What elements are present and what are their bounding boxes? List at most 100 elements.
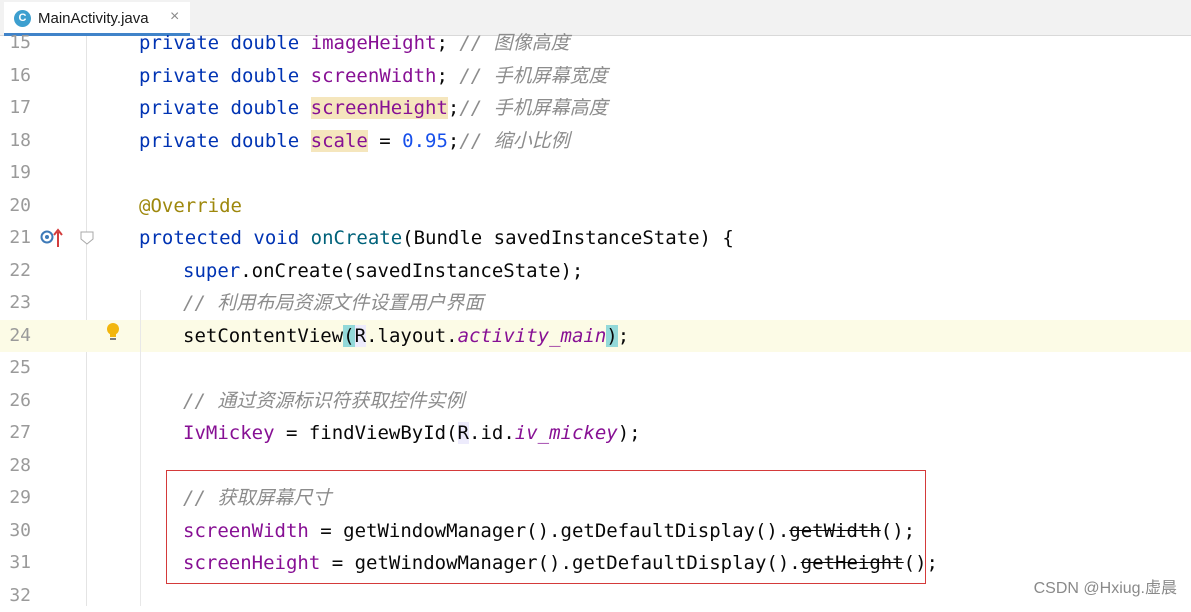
code-text: setContentView(R.layout.activity_main); [183, 320, 629, 352]
intention-bulb-icon[interactable] [105, 322, 121, 344]
code-token: // 图像高度 [459, 32, 570, 54]
code-token: // 缩小比例 [459, 130, 570, 152]
code-token: double [230, 97, 300, 119]
line-number: 32 [9, 585, 31, 606]
code-text: private double imageHeight; // 图像高度 [139, 27, 570, 59]
code-token: .id. [469, 422, 515, 444]
code-token: ; [436, 32, 460, 54]
code-text: IvMickey = findViewById(R.id.iv_mickey); [183, 417, 641, 449]
code-token: private [139, 32, 220, 54]
code-text: // 利用布局资源文件设置用户界面 [183, 287, 483, 319]
code-token: ); [617, 422, 641, 444]
code-text: super.onCreate(savedInstanceState); [183, 255, 583, 287]
code-line: 21 protected void onCreate(Bundle savedIn… [0, 222, 1191, 254]
code-token: ; [436, 65, 460, 87]
code-token: private [139, 130, 220, 152]
code-line: 19 [0, 157, 1191, 189]
watermark: CSDN @Hxiug.虚晨 [1033, 580, 1177, 597]
fold-icon[interactable] [80, 231, 94, 245]
line-number: 18 [9, 130, 31, 151]
code-token: ( [343, 325, 355, 347]
code-token: protected [139, 227, 242, 249]
code-line: 23 // 利用布局资源文件设置用户界面 [0, 287, 1191, 319]
code-token: (Bundle savedInstanceState) { [402, 227, 734, 249]
code-token: .layout. [366, 325, 458, 347]
code-token: double [230, 32, 300, 54]
code-token: double [230, 130, 300, 152]
code-line: 32 [0, 580, 1191, 612]
line-number: 17 [9, 97, 31, 118]
code-token: ; [617, 325, 630, 347]
code-token: 0.95 [402, 130, 448, 152]
code-token: // 通过资源标识符获取控件实例 [183, 390, 465, 412]
line-number: 16 [9, 65, 31, 86]
code-line: 26 // 通过资源标识符获取控件实例 [0, 385, 1191, 417]
line-number: 28 [9, 455, 31, 476]
code-token: imageHeight [310, 32, 437, 54]
line-number: 26 [9, 390, 31, 411]
code-token: private [139, 65, 220, 87]
code-line: 24 setContentView(R.layout.activity_main)… [0, 320, 1191, 352]
code-text: private double screenWidth; // 手机屏幕宽度 [139, 60, 608, 92]
code-token: R [354, 325, 367, 347]
code-line: 20 @Override [0, 190, 1191, 222]
line-number: 29 [9, 487, 31, 508]
code-token: super [183, 260, 241, 282]
code-token: iv_mickey [514, 422, 618, 444]
code-token: screenHeight [310, 97, 448, 119]
code-text: // 通过资源标识符获取控件实例 [183, 385, 464, 417]
line-number: 24 [9, 325, 31, 346]
code-token: ; [447, 130, 460, 152]
code-token: onCreate [310, 227, 403, 249]
code-token: .onCreate(savedInstanceState); [240, 260, 584, 282]
go-to-super-arrow-icon[interactable] [53, 228, 63, 248]
code-token: // 利用布局资源文件设置用户界面 [183, 292, 484, 314]
line-number: 22 [9, 260, 31, 281]
code-text: private double screenHeight;// 手机屏幕高度 [139, 92, 608, 124]
code-line: 17 private double screenHeight;// 手机屏幕高度 [0, 92, 1191, 124]
code-token: private [139, 97, 220, 119]
code-token: double [230, 65, 300, 87]
line-number: 27 [9, 422, 31, 443]
java-class-icon: C [14, 10, 31, 27]
close-icon[interactable]: × [170, 8, 179, 26]
highlight-box [166, 470, 926, 584]
code-token: ; [447, 97, 460, 119]
code-line: 16 private double screenWidth; // 手机屏幕宽度 [0, 60, 1191, 92]
override-marker-icon[interactable] [40, 230, 54, 244]
line-number: 20 [9, 195, 31, 216]
code-text: protected void onCreate(Bundle savedInst… [139, 222, 734, 254]
code-line: 18 private double scale = 0.95;// 缩小比例 [0, 125, 1191, 157]
code-token: @Override [139, 195, 242, 217]
code-token: IvMickey [183, 422, 275, 444]
code-token: void [253, 227, 300, 249]
code-token: ) [606, 325, 618, 347]
code-text: private double scale = 0.95;// 缩小比例 [139, 125, 570, 157]
tab-label: MainActivity.java [38, 10, 149, 27]
code-text: @Override [139, 190, 242, 222]
code-line: 25 [0, 352, 1191, 384]
line-number: 31 [9, 552, 31, 573]
code-line: 27 IvMickey = findViewById(R.id.iv_mickey… [0, 417, 1191, 449]
code-line: 15 private double imageHeight; // 图像高度 [0, 27, 1191, 59]
line-number: 23 [9, 292, 31, 313]
code-token: scale [310, 130, 368, 152]
line-number: 25 [9, 357, 31, 378]
code-token: R [457, 422, 469, 444]
code-token: = findViewById( [274, 422, 458, 444]
code-line: 22 super.onCreate(savedInstanceState); [0, 255, 1191, 287]
line-number: 30 [9, 520, 31, 541]
line-number: 15 [9, 32, 31, 53]
code-token: // 手机屏幕高度 [459, 97, 608, 119]
code-token: // 手机屏幕宽度 [459, 65, 608, 87]
code-token: = [367, 130, 403, 152]
